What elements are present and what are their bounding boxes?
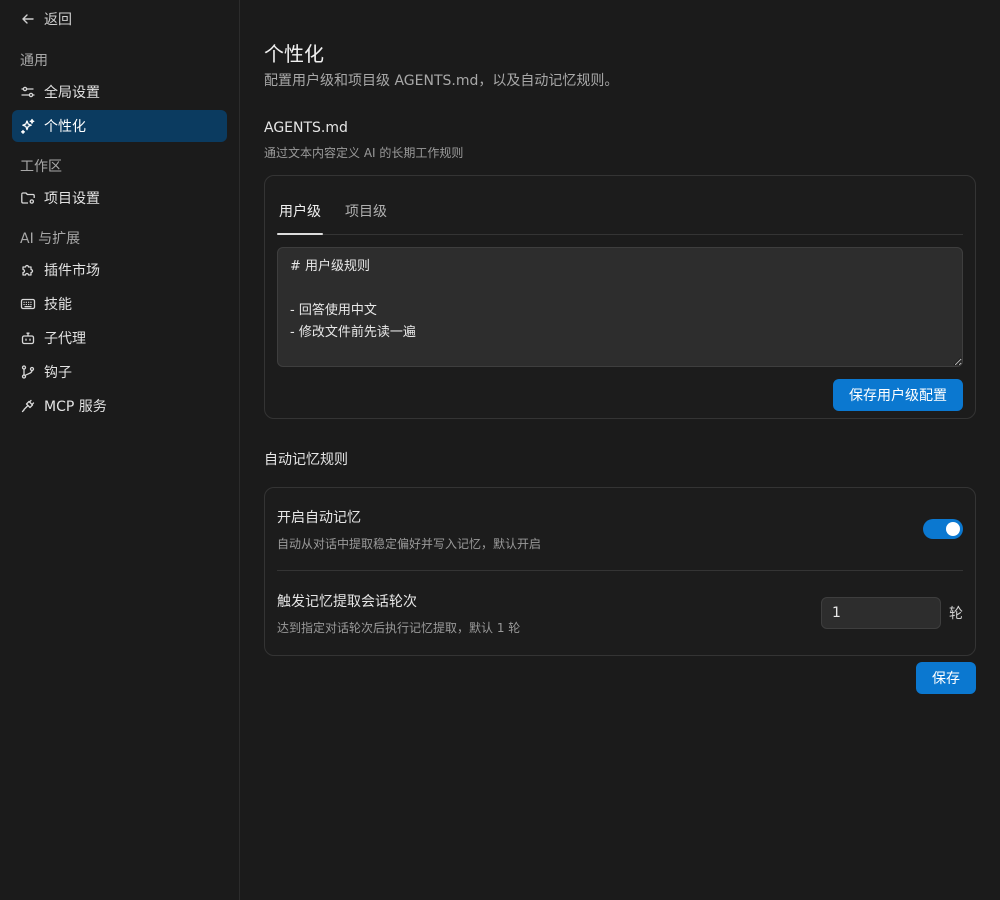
sidebar-item-plugin-market[interactable]: 插件市场 xyxy=(12,254,227,286)
agents-tabs: 用户级 项目级 xyxy=(277,176,963,235)
keyboard-icon xyxy=(20,298,36,310)
git-branch-icon xyxy=(21,365,35,379)
trigger-rounds-text: 触发记忆提取会话轮次 达到指定对话轮次后执行记忆提取，默认 1 轮 xyxy=(277,591,520,636)
sidebar-item-global-settings[interactable]: 全局设置 xyxy=(12,76,227,108)
tab-project-level[interactable]: 项目级 xyxy=(343,176,389,234)
section-title-general: 通用 xyxy=(20,53,48,69)
auto-memory-text: 开启自动记忆 自动从对话中提取稳定偏好并写入记忆，默认开启 xyxy=(277,507,541,552)
agents-section-title: AGENTS.md xyxy=(264,120,348,136)
sidebar-item-skills[interactable]: 技能 xyxy=(12,288,227,320)
save-user-config-button[interactable]: 保存用户级配置 xyxy=(833,379,963,411)
page-title: 个性化 xyxy=(264,42,324,66)
sidebar-item-label: 钩子 xyxy=(44,365,72,381)
trigger-rounds-label: 触发记忆提取会话轮次 xyxy=(277,593,417,610)
sparkles-icon xyxy=(20,118,35,134)
agents-card: 用户级 项目级 保存用户级配置 xyxy=(264,175,976,419)
trigger-rounds-desc: 达到指定对话轮次后执行记忆提取，默认 1 轮 xyxy=(277,620,521,635)
agents-actions: 保存用户级配置 xyxy=(277,379,963,411)
auto-memory-label: 开启自动记忆 xyxy=(277,509,361,526)
auto-memory-toggle[interactable] xyxy=(923,519,963,539)
sidebar-item-mcp[interactable]: MCP 服务 xyxy=(12,390,227,422)
sidebar-item-label: 插件市场 xyxy=(44,263,100,279)
section-title-workspace: 工作区 xyxy=(20,159,62,175)
sidebar-item-label: 全局设置 xyxy=(44,85,100,101)
sidebar-item-label: MCP 服务 xyxy=(44,399,107,415)
agents-section-subtitle: 通过文本内容定义 AI 的长期工作规则 xyxy=(264,146,464,160)
back-button[interactable]: 返回 xyxy=(12,0,227,38)
trigger-rounds-control: 轮 xyxy=(821,597,963,629)
memory-card: 开启自动记忆 自动从对话中提取稳定偏好并写入记忆，默认开启 触发记忆提取会话轮次… xyxy=(264,487,976,656)
agents-editor[interactable] xyxy=(277,247,963,367)
puzzle-icon xyxy=(22,264,34,276)
sidebar-item-sub-agents[interactable]: 子代理 xyxy=(12,322,227,354)
plug-icon xyxy=(21,399,35,413)
auto-memory-desc: 自动从对话中提取稳定偏好并写入记忆，默认开启 xyxy=(277,536,542,551)
tab-user-level[interactable]: 用户级 xyxy=(277,176,323,235)
memory-actions: 保存 xyxy=(264,662,976,694)
auto-memory-row: 开启自动记忆 自动从对话中提取稳定偏好并写入记忆，默认开启 xyxy=(277,488,963,571)
toggle-knob xyxy=(946,522,960,536)
trigger-rounds-input[interactable] xyxy=(821,597,941,629)
sidebar-item-label: 个性化 xyxy=(44,119,86,135)
sidebar-item-personalization[interactable]: 个性化 xyxy=(12,110,227,142)
app: 返回 通用 全局设置 个性化 工作区 项目设置 AI 与扩展 插件市场 技能 子… xyxy=(0,0,1000,900)
arrow-left-icon xyxy=(22,14,34,24)
trigger-rounds-row: 触发记忆提取会话轮次 达到指定对话轮次后执行记忆提取，默认 1 轮 轮 xyxy=(277,571,963,655)
sidebar-item-hooks[interactable]: 钩子 xyxy=(12,356,227,388)
sidebar-item-label: 子代理 xyxy=(44,331,86,347)
trigger-rounds-unit: 轮 xyxy=(949,606,963,622)
sidebar-item-label: 项目设置 xyxy=(44,191,100,207)
sidebar-item-project-settings[interactable]: 项目设置 xyxy=(12,182,227,214)
save-button[interactable]: 保存 xyxy=(916,662,976,694)
folder-gear-icon xyxy=(21,192,35,204)
page-subtitle: 配置用户级和项目级 AGENTS.md，以及自动记忆规则。 xyxy=(264,73,619,89)
sliders-icon xyxy=(21,86,35,98)
back-label: 返回 xyxy=(44,12,72,28)
section-title-ai: AI 与扩展 xyxy=(20,231,81,247)
bot-icon xyxy=(21,332,35,345)
sidebar: 返回 通用 全局设置 个性化 工作区 项目设置 AI 与扩展 插件市场 技能 子… xyxy=(0,0,240,900)
sidebar-item-label: 技能 xyxy=(44,297,72,313)
main-content: 个性化 配置用户级和项目级 AGENTS.md，以及自动记忆规则。 AGENTS… xyxy=(240,0,1000,900)
memory-section-title: 自动记忆规则 xyxy=(264,452,348,468)
